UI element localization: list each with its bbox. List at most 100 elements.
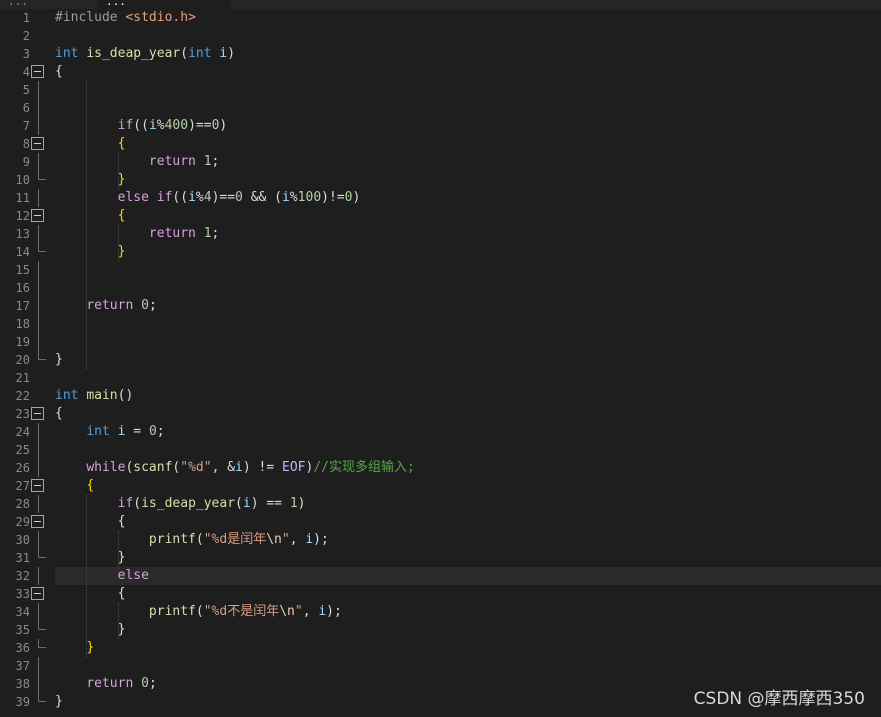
code-line[interactable]: 15 — [0, 261, 881, 279]
code-line[interactable]: 13 return 1; — [0, 225, 881, 243]
code-token: ; — [211, 226, 220, 241]
line-number: 4 — [22, 65, 30, 79]
code-line[interactable]: 17 return 0; — [0, 297, 881, 315]
code-token: i — [188, 190, 196, 205]
fold-guide-line — [38, 459, 39, 477]
code-editor[interactable]: 1 #include <stdio.h> 2 3 int is_deap_year(in… — [0, 9, 881, 717]
collapse-box-icon[interactable] — [31, 137, 44, 150]
line-number: 22 — [15, 389, 30, 403]
code-line[interactable]: 2 — [0, 27, 881, 45]
code-line[interactable]: 32 else — [0, 567, 881, 585]
code-text: printf("%d是闰年\n", i); — [55, 531, 329, 549]
fold-guide-line — [38, 99, 39, 117]
code-line[interactable]: 12 { — [0, 207, 881, 225]
code-token: )!= — [321, 190, 345, 205]
code-token: { — [117, 514, 126, 529]
line-number: 16 — [15, 281, 30, 295]
code-text: if(is_deap_year(i) == 1) — [55, 495, 306, 513]
code-line[interactable]: 4{ — [0, 63, 881, 81]
code-token: 1 — [289, 496, 298, 511]
line-number: 28 — [15, 497, 30, 511]
code-token: )== — [188, 118, 212, 133]
collapse-box-icon[interactable] — [31, 407, 44, 420]
code-token: i — [282, 190, 290, 205]
code-line[interactable]: 11 else if((i%4)==0 && (i%100)!=0) — [0, 189, 881, 207]
code-line[interactable]: 33 { — [0, 585, 881, 603]
code-line[interactable]: 30 printf("%d是闰年\n", i); — [0, 531, 881, 549]
code-token: else — [117, 190, 149, 205]
indent-guide — [118, 225, 119, 261]
fold-guide-line — [38, 657, 39, 675]
code-line[interactable]: 25 — [0, 441, 881, 459]
code-token: ) — [219, 118, 228, 133]
code-line[interactable]: 23 { — [0, 405, 881, 423]
fold-guide-line — [38, 81, 39, 99]
code-token: is_deap_year — [141, 496, 236, 511]
code-text: } — [55, 639, 94, 657]
line-number: 17 — [15, 299, 30, 313]
code-line[interactable]: 29 { — [0, 513, 881, 531]
code-line[interactable]: 3 int is_deap_year(int i) — [0, 45, 881, 63]
line-number: 18 — [15, 317, 30, 331]
code-token: 0 — [141, 298, 149, 313]
code-line[interactable]: 31 } — [0, 549, 881, 567]
code-line[interactable]: 35 } — [0, 621, 881, 639]
line-number: 2 — [22, 29, 30, 43]
tab-1[interactable]: ... — [0, 0, 36, 9]
line-number: 5 — [22, 83, 30, 97]
fold-guide-line — [38, 315, 39, 333]
code-line[interactable]: 28 if(is_deap_year(i) == 1) — [0, 495, 881, 513]
code-line[interactable]: 37 — [0, 657, 881, 675]
code-token: if — [156, 190, 173, 205]
collapse-box-icon[interactable] — [31, 515, 44, 528]
code-line[interactable]: 16 — [0, 279, 881, 297]
code-line[interactable]: 24 int i = 0; — [0, 423, 881, 441]
code-line[interactable]: 36 } — [0, 639, 881, 657]
collapse-box-icon[interactable] — [31, 479, 44, 492]
collapse-box-icon[interactable] — [31, 209, 44, 222]
code-line[interactable]: 27 { — [0, 477, 881, 495]
collapse-box-icon[interactable] — [31, 65, 44, 78]
code-line[interactable]: 34 printf("%d不是闰年\n", i); — [0, 603, 881, 621]
line-number: 37 — [15, 659, 30, 673]
code-line[interactable]: 8 { — [0, 135, 881, 153]
code-line[interactable]: 5 — [0, 81, 881, 99]
code-line[interactable]: 18 — [0, 315, 881, 333]
code-line[interactable]: 22 int main() — [0, 387, 881, 405]
code-token: )== — [211, 190, 236, 205]
fold-end-marker — [38, 549, 46, 558]
code-text: } — [55, 171, 126, 189]
code-token: ( — [235, 496, 243, 511]
code-line[interactable]: 26 while(scanf("%d", &i) != EOF)//实现多组输入… — [0, 459, 881, 477]
code-token: //实现多组输入; — [313, 460, 415, 475]
line-number: 6 — [22, 101, 30, 115]
code-line[interactable]: 6 — [0, 99, 881, 117]
line-number: 39 — [15, 695, 30, 709]
line-number: 31 — [15, 551, 30, 565]
code-line[interactable]: 9 return 1; — [0, 153, 881, 171]
code-token: ( — [195, 532, 204, 547]
code-token: int — [188, 46, 212, 61]
code-line[interactable]: 1 #include <stdio.h> — [0, 9, 881, 27]
tab-bar: ... ... — [0, 0, 881, 9]
collapse-box-icon[interactable] — [31, 587, 44, 600]
code-text: { — [55, 513, 126, 531]
line-number: 20 — [15, 353, 30, 367]
code-line[interactable]: 10 } — [0, 171, 881, 189]
code-line[interactable]: 7 if((i%400)==0) — [0, 117, 881, 135]
tab-active[interactable]: ... — [98, 0, 230, 9]
code-token: && ( — [242, 190, 283, 205]
code-line[interactable]: 14 } — [0, 243, 881, 261]
code-token: return — [148, 154, 196, 169]
line-number: 15 — [15, 263, 30, 277]
code-token: ) — [297, 496, 306, 511]
code-line[interactable]: 20} — [0, 351, 881, 369]
code-line[interactable]: 21 — [0, 369, 881, 387]
fold-end-marker — [38, 693, 46, 702]
line-number: 32 — [15, 569, 30, 583]
code-text: int is_deap_year(int i) — [55, 45, 235, 63]
code-line[interactable]: 19 — [0, 333, 881, 351]
